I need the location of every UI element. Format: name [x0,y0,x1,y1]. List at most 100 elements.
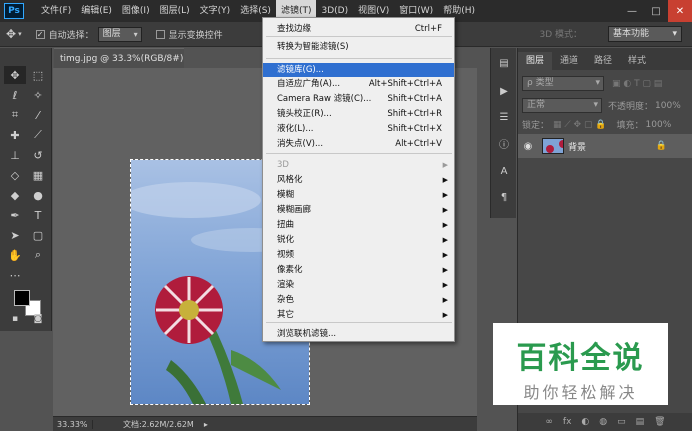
filter-menu-item-label: 浏览联机滤镜... [277,329,337,339]
visibility-eye-icon[interactable]: ◉ [518,141,538,152]
menu-item[interactable]: 编辑(E) [76,0,117,22]
filter-menu-item[interactable]: 其它 ▶ [263,308,454,322]
auto-select-checkbox[interactable]: ✓ [35,29,45,39]
dodge-tool-icon[interactable]: ● [27,186,49,204]
close-button[interactable]: ✕ [668,0,692,22]
filter-menu-item[interactable]: 模糊画廊 ▶ [263,203,454,217]
blend-mode-dropdown[interactable]: 正常 [522,98,602,113]
clone-stamp-tool-icon[interactable]: ⊥ [4,146,26,164]
filter-menu-item-label: 渲染 [277,280,295,290]
zoom-tool-icon[interactable]: ⌕ [27,246,49,264]
filter-menu-item[interactable]: 视频 ▶ [263,248,454,262]
history-brush-tool-icon[interactable]: ↺ [27,146,49,164]
brush-tool-icon[interactable]: ⟋ [27,126,49,144]
lasso-tool-icon[interactable]: ℓ [4,86,26,104]
layer-style-icon[interactable]: fx [563,417,572,427]
crop-tool-icon[interactable]: ⌗ [4,106,26,124]
layer-kind-filter[interactable]: ρ 类型 [522,76,604,91]
submenu-arrow-icon: ▶ [442,206,448,214]
filter-menu-item-label: 转换为智能滤镜(S) [277,42,349,52]
move-tool-icon[interactable]: ✥ [4,66,26,84]
layers-panel-tabs: 图层 通道 路径 样式 [518,48,692,70]
opacity-value[interactable]: 100% [655,101,681,111]
gradient-tool-icon[interactable]: ▦ [27,166,49,184]
hand-tool-icon[interactable]: ✋ [4,246,26,264]
path-selection-tool-icon[interactable]: ➤ [4,226,26,244]
watermark-title: 百科全说 [516,341,645,376]
move-tool-preset[interactable]: ✥ ▾ [6,27,22,41]
rectangle-tool-icon[interactable]: ▢ [27,226,49,244]
blur-tool-icon[interactable]: ◆ [4,186,26,204]
filter-menu-item[interactable]: 转换为智能滤镜(S) [263,40,454,54]
quick-mask-icon[interactable]: ◙ [27,310,49,328]
filter-menu-shortcut: Shift+Ctrl+X [387,124,442,134]
foreground-color-swatch[interactable] [14,290,30,306]
properties-panel-icon[interactable]: ☰ [494,108,514,126]
filter-menu-item[interactable]: 杂色 ▶ [263,293,454,307]
filter-menu-item[interactable]: 扭曲 ▶ [263,218,454,232]
submenu-arrow-icon: ▶ [442,221,448,229]
marquee-tool-icon[interactable]: ⬚ [27,66,49,84]
filter-menu-item[interactable]: 像素化 ▶ [263,263,454,277]
filter-menu: 查找边缘 Ctrl+F 转换为智能滤镜(S) 滤镜库(G)... 自适应广角(A)...… [262,17,455,342]
info-panel-icon[interactable]: ⓘ [494,134,514,152]
status-bar: 33.33% 文档:2.62M/2.62M ▸ [53,416,477,431]
magic-wand-tool-icon[interactable]: ✧ [27,86,49,104]
layers-tab[interactable]: 样式 [620,52,654,70]
character-panel-icon[interactable]: A [494,162,514,180]
eraser-tool-icon[interactable]: ◇ [4,166,26,184]
healing-brush-tool-icon[interactable]: ✚ [4,126,26,144]
layer-row[interactable]: ◉ 背景 🔒 [518,134,692,158]
menu-item[interactable]: 图层(L) [155,0,195,22]
delete-layer-icon[interactable]: 🗑 [654,417,665,427]
layers-tab[interactable]: 通道 [552,52,586,70]
menu-separator [266,58,452,59]
filter-menu-item[interactable]: 渲染 ▶ [263,278,454,292]
filter-menu-item[interactable]: 镜头校正(R)... Shift+Ctrl+R [263,107,454,121]
maximize-button[interactable]: □ [644,0,668,22]
filter-menu-item[interactable]: 锐化 ▶ [263,233,454,247]
default-colors-icon[interactable]: ▪ [4,310,26,328]
show-transform-checkbox[interactable] [155,29,165,39]
new-layer-icon[interactable]: ▤ [636,417,645,427]
filter-menu-item[interactable]: 3D ▶ [263,158,454,172]
filter-menu-item[interactable]: Camera Raw 滤镜(C)... Shift+Ctrl+A [263,92,454,106]
menu-item[interactable]: 图像(I) [117,0,155,22]
filter-menu-item[interactable]: 查找边缘 Ctrl+F [263,22,454,36]
filter-menu-item[interactable]: 浏览联机滤镜... [263,327,454,341]
filter-menu-item-label: 风格化 [277,175,303,185]
document-tab[interactable]: timg.jpg @ 33.3%(RGB/8#) *× [54,48,184,68]
actions-panel-icon[interactable]: ▶ [494,82,514,100]
adjustment-layer-icon[interactable]: ◍ [599,417,607,427]
layers-tab[interactable]: 图层 [518,52,553,70]
link-layers-icon[interactable]: ∞ [545,417,553,427]
filter-menu-item[interactable]: 风格化 ▶ [263,173,454,187]
filter-menu-item[interactable]: 滤镜库(G)... [263,63,454,77]
layers-tab[interactable]: 路径 [586,52,620,70]
new-group-icon[interactable]: ▭ [617,417,626,427]
filter-menu-item[interactable]: 消失点(V)... Alt+Ctrl+V [263,137,454,151]
filter-menu-item-label: 自适应广角(A)... [277,79,341,89]
minimize-button[interactable]: — [620,0,644,22]
history-panel-icon[interactable]: ▤ [494,54,514,72]
status-menu-arrow-icon[interactable]: ▸ [204,420,208,429]
layer-mask-icon[interactable]: ◐ [581,417,589,427]
zoom-level[interactable]: 33.33% [53,419,93,429]
fill-value[interactable]: 100% [646,120,672,130]
filter-menu-item[interactable]: 模糊 ▶ [263,188,454,202]
eyedropper-tool-icon[interactable]: ⁄ [27,106,49,124]
auto-select-dropdown[interactable]: 图层 [97,26,142,42]
type-tool-icon[interactable]: T [27,206,49,224]
workspace-dropdown[interactable]: 基本功能 [608,26,682,42]
filter-menu-item[interactable]: 自适应广角(A)... Alt+Shift+Ctrl+A [263,77,454,91]
filter-menu-item[interactable]: 液化(L)... Shift+Ctrl+X [263,122,454,136]
menu-item[interactable]: 文件(F) [36,0,76,22]
filter-menu-item-label: 杂色 [277,295,295,305]
paragraph-panel-icon[interactable]: ¶ [494,188,514,206]
submenu-arrow-icon: ▶ [442,281,448,289]
fill-label: 填充： [616,121,644,131]
menu-item[interactable]: 文字(Y) [195,0,236,22]
more-tools-icon[interactable]: ⋯ [4,266,26,284]
pen-tool-icon[interactable]: ✒ [4,206,26,224]
document-size: 文档:2.62M/2.62M [123,419,194,429]
